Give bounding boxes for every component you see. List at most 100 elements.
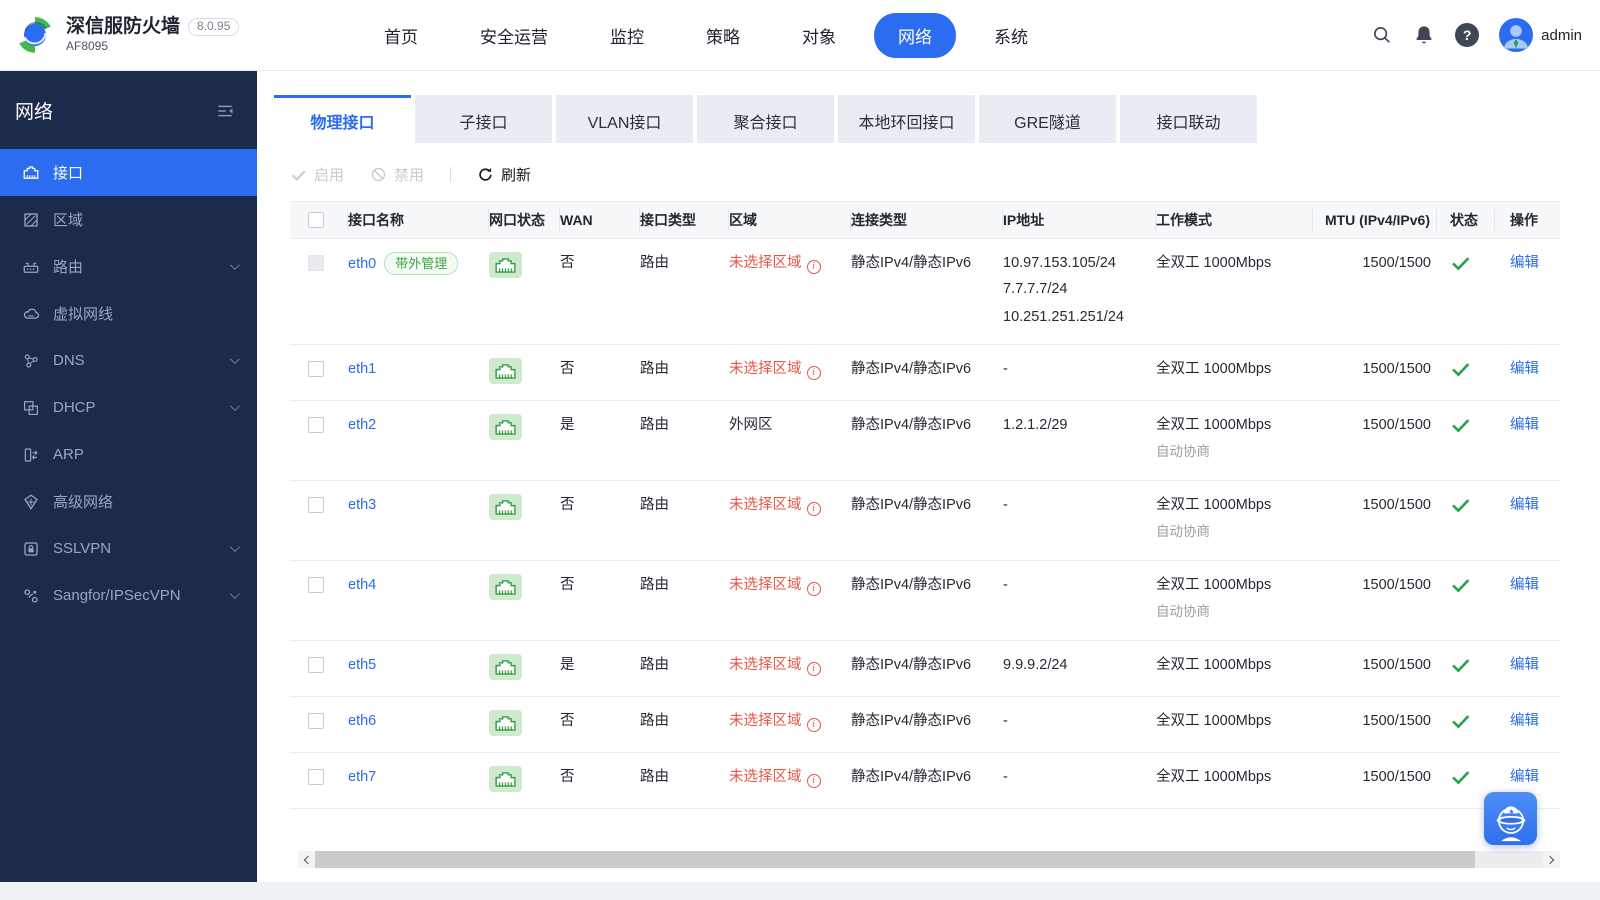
version-badge: 8.0.95 [188, 18, 240, 36]
cell-connection-type: 静态IPv4/静态IPv6 [851, 417, 972, 433]
edit-link[interactable]: 编辑 [1510, 361, 1539, 377]
row-checkbox[interactable] [308, 769, 324, 785]
info-icon[interactable]: i [806, 581, 821, 596]
cell-work-mode: 全双工 1000Mbps 自动协商 [1156, 574, 1313, 627]
zone-value: 未选择区域 [729, 497, 802, 513]
edit-link[interactable]: 编辑 [1510, 497, 1539, 513]
sidebar-item-arp[interactable]: ARP [0, 431, 257, 478]
top-nav-item-policy[interactable]: 策略 [682, 13, 764, 58]
zone-value: 未选择区域 [729, 769, 802, 785]
scroll-right-button[interactable] [1543, 851, 1560, 868]
cell-select [290, 574, 348, 593]
column-header: IP地址 [1003, 209, 1156, 231]
ethernet-port-icon [489, 358, 522, 384]
tab-linkage[interactable]: 接口联动 [1120, 95, 1257, 143]
zone-value: 未选择区域 [729, 255, 802, 271]
info-icon[interactable]: i [806, 501, 821, 516]
auto-negotiation-label: 自动协商 [1156, 524, 1210, 539]
top-nav-item-security-ops[interactable]: 安全运营 [456, 13, 572, 58]
info-icon[interactable]: i [806, 717, 821, 732]
chevron-down-icon [229, 542, 240, 553]
sidebar-item-ipsecvpn[interactable]: Sangfor/IPSecVPN [0, 572, 257, 619]
cell-ip-address: 9.9.9.2/24 [1003, 654, 1156, 677]
scrollbar-track[interactable] [1475, 851, 1543, 868]
sidebar-item-dns[interactable]: DNS [0, 337, 257, 384]
sidebar-item-route[interactable]: 路由 [0, 243, 257, 290]
sidebar-item-label: SSLVPN [53, 540, 112, 557]
tab-aggregate[interactable]: 聚合接口 [697, 95, 834, 143]
top-nav-item-network[interactable]: 网络 [874, 12, 956, 58]
interface-name-link[interactable]: eth6 [348, 713, 376, 729]
search-icon[interactable] [1371, 24, 1393, 46]
interface-name-link[interactable]: eth7 [348, 769, 376, 785]
tab-vlan[interactable]: VLAN接口 [556, 95, 693, 143]
top-nav-item-system[interactable]: 系统 [970, 13, 1052, 58]
interface-name-link[interactable]: eth2 [348, 417, 376, 433]
cell-interface-name: eth3 [348, 494, 489, 517]
oob-management-badge: 带外管理 [384, 252, 459, 275]
cell-work-mode: 全双工 1000Mbps 自动协商 [1156, 414, 1313, 467]
cell-work-mode: 全双工 1000Mbps [1156, 252, 1313, 275]
status-ok-check-icon [1450, 710, 1471, 731]
interface-name-link[interactable]: eth4 [348, 577, 376, 593]
scrollbar-thumb[interactable] [315, 851, 1475, 868]
assistant-mascot-icon [1496, 805, 1525, 841]
sidebar-item-label: 路由 [53, 259, 84, 276]
edit-link[interactable]: 编辑 [1510, 713, 1539, 729]
user-menu[interactable]: admin [1499, 18, 1582, 52]
tab-gre[interactable]: GRE隧道 [979, 95, 1116, 143]
cell-zone: 外网区 [729, 414, 851, 437]
enable-button: 启用 [290, 164, 344, 185]
cell-status [1437, 414, 1495, 443]
row-checkbox[interactable] [308, 417, 324, 433]
refresh-button[interactable]: 刷新 [477, 164, 531, 185]
row-checkbox[interactable] [308, 361, 324, 377]
info-icon[interactable]: i [806, 773, 821, 788]
sidebar-item-interface[interactable]: 接口 [0, 149, 257, 196]
cell-status [1437, 766, 1495, 795]
tab-loopback[interactable]: 本地环回接口 [838, 95, 975, 143]
edit-link[interactable]: 编辑 [1510, 657, 1539, 673]
sidebar: 网络 接口 区域 路由 虚拟网线 DNS DHCP ARP 高级网络 SSLVPN Sangfor… [0, 71, 257, 882]
info-icon[interactable]: i [806, 259, 821, 274]
sidebar-collapse-icon[interactable] [215, 101, 235, 121]
edit-link[interactable]: 编辑 [1510, 255, 1539, 271]
interface-name-link[interactable]: eth0 [348, 256, 376, 272]
help-icon[interactable]: ? [1455, 23, 1480, 47]
scroll-left-button[interactable] [298, 851, 315, 868]
edit-link[interactable]: 编辑 [1510, 417, 1539, 433]
cell-connection-type: 静态IPv4/静态IPv6 [851, 713, 972, 729]
status-ok-check-icon [1450, 654, 1471, 675]
interface-name-link[interactable]: eth3 [348, 497, 376, 513]
sidebar-item-label: 接口 [53, 165, 84, 182]
select-all-checkbox[interactable] [308, 212, 324, 228]
row-checkbox[interactable] [308, 577, 324, 593]
cell-port-status [489, 494, 560, 523]
info-icon[interactable]: i [806, 365, 821, 380]
sidebar-item-advanced-network[interactable]: 高级网络 [0, 478, 257, 525]
tab-physical[interactable]: 物理接口 [274, 95, 411, 143]
assistant-widget-button[interactable] [1484, 792, 1537, 845]
interface-name-link[interactable]: eth5 [348, 657, 376, 673]
ip-line: - [1003, 497, 1008, 513]
cell-work-mode: 全双工 1000Mbps 自动协商 [1156, 494, 1313, 547]
top-nav-item-home[interactable]: 首页 [360, 13, 442, 58]
cell-select [290, 358, 348, 377]
info-icon[interactable]: i [806, 661, 821, 676]
tab-subinterface[interactable]: 子接口 [415, 95, 552, 143]
cell-port-status [489, 574, 560, 603]
sidebar-item-sslvpn[interactable]: SSLVPN [0, 525, 257, 572]
row-checkbox[interactable] [308, 657, 324, 673]
edit-link[interactable]: 编辑 [1510, 769, 1539, 785]
edit-link[interactable]: 编辑 [1510, 577, 1539, 593]
interface-name-link[interactable]: eth1 [348, 361, 376, 377]
sidebar-item-zone[interactable]: 区域 [0, 196, 257, 243]
top-nav-item-object[interactable]: 对象 [778, 13, 860, 58]
horizontal-scrollbar[interactable] [298, 851, 1560, 868]
sidebar-item-dhcp[interactable]: DHCP [0, 384, 257, 431]
notification-bell-icon[interactable] [1413, 24, 1435, 46]
top-nav-item-monitor[interactable]: 监控 [586, 13, 668, 58]
row-checkbox[interactable] [308, 713, 324, 729]
row-checkbox[interactable] [308, 497, 324, 513]
sidebar-item-virtual-wire[interactable]: 虚拟网线 [0, 290, 257, 337]
